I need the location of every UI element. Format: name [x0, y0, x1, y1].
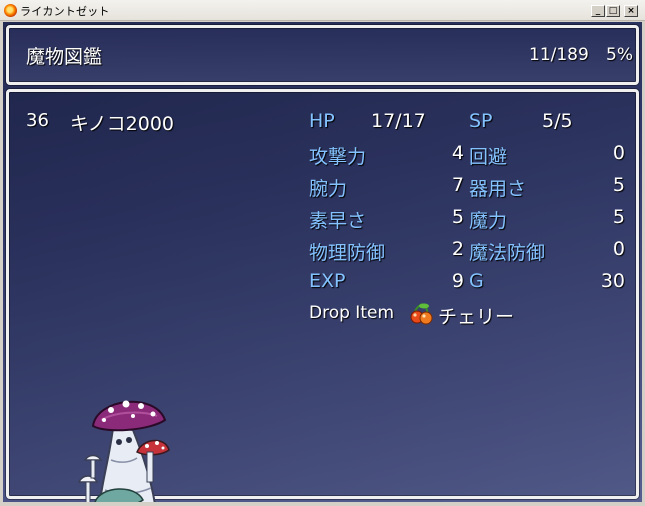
bestiary-progress: 11/189: [529, 45, 589, 65]
monster-detail-panel: 36 キノコ2000 HP 17/17 SP 5/5 攻撃力 4 腕力 7 素早…: [6, 89, 639, 502]
drop-item-name: チェリー: [438, 306, 515, 328]
sp-value: 5/5: [542, 110, 573, 132]
stat-value: 5: [612, 206, 625, 228]
window-titlebar[interactable]: ライカントゼット _ □ ×: [0, 0, 645, 21]
stat-value: 0: [612, 238, 625, 260]
monster-sprite-mushroom: [77, 400, 170, 502]
stat-label: 腕力: [309, 178, 348, 200]
stat-label: 魔法防御: [469, 242, 546, 264]
stat-label: EXP: [309, 270, 346, 292]
monster-name: キノコ2000: [70, 113, 175, 135]
monster-number: 36: [26, 110, 49, 131]
stat-value: 9: [451, 270, 464, 292]
stat-label: G: [469, 270, 484, 292]
stat-value: 30: [600, 270, 625, 292]
stat-value: 2: [451, 238, 464, 260]
stat-value: 7: [451, 174, 464, 196]
stat-value: 0: [612, 142, 625, 164]
hp-label: HP: [309, 110, 335, 132]
page-title: 魔物図鑑: [26, 46, 103, 68]
app-icon: [4, 4, 17, 17]
minimize-button[interactable]: _: [591, 5, 605, 17]
stat-label: 物理防御: [309, 242, 386, 264]
bestiary-percent: 5%: [606, 45, 633, 65]
maximize-button[interactable]: □: [606, 5, 620, 17]
stat-label: 素早さ: [309, 210, 367, 232]
stat-label: 攻撃力: [309, 146, 367, 168]
header-panel: 魔物図鑑 11/189 5%: [6, 25, 639, 85]
stat-value: 5: [612, 174, 625, 196]
drop-item-label: Drop Item: [309, 303, 394, 323]
stat-value: 4: [451, 142, 464, 164]
game-screen: 魔物図鑑 11/189 5% 36 キノコ2000 HP 17/17 SP 5/…: [3, 22, 642, 502]
stat-label: 回避: [469, 146, 508, 168]
stat-value: 5: [451, 206, 464, 228]
stat-label: 器用さ: [469, 178, 527, 200]
window-title: ライカントゼット: [20, 5, 110, 18]
stat-label: 魔力: [469, 210, 508, 232]
sp-label: SP: [469, 110, 493, 132]
hp-value: 17/17: [371, 110, 426, 132]
close-button[interactable]: ×: [624, 5, 638, 17]
cherry-icon: [410, 303, 433, 325]
